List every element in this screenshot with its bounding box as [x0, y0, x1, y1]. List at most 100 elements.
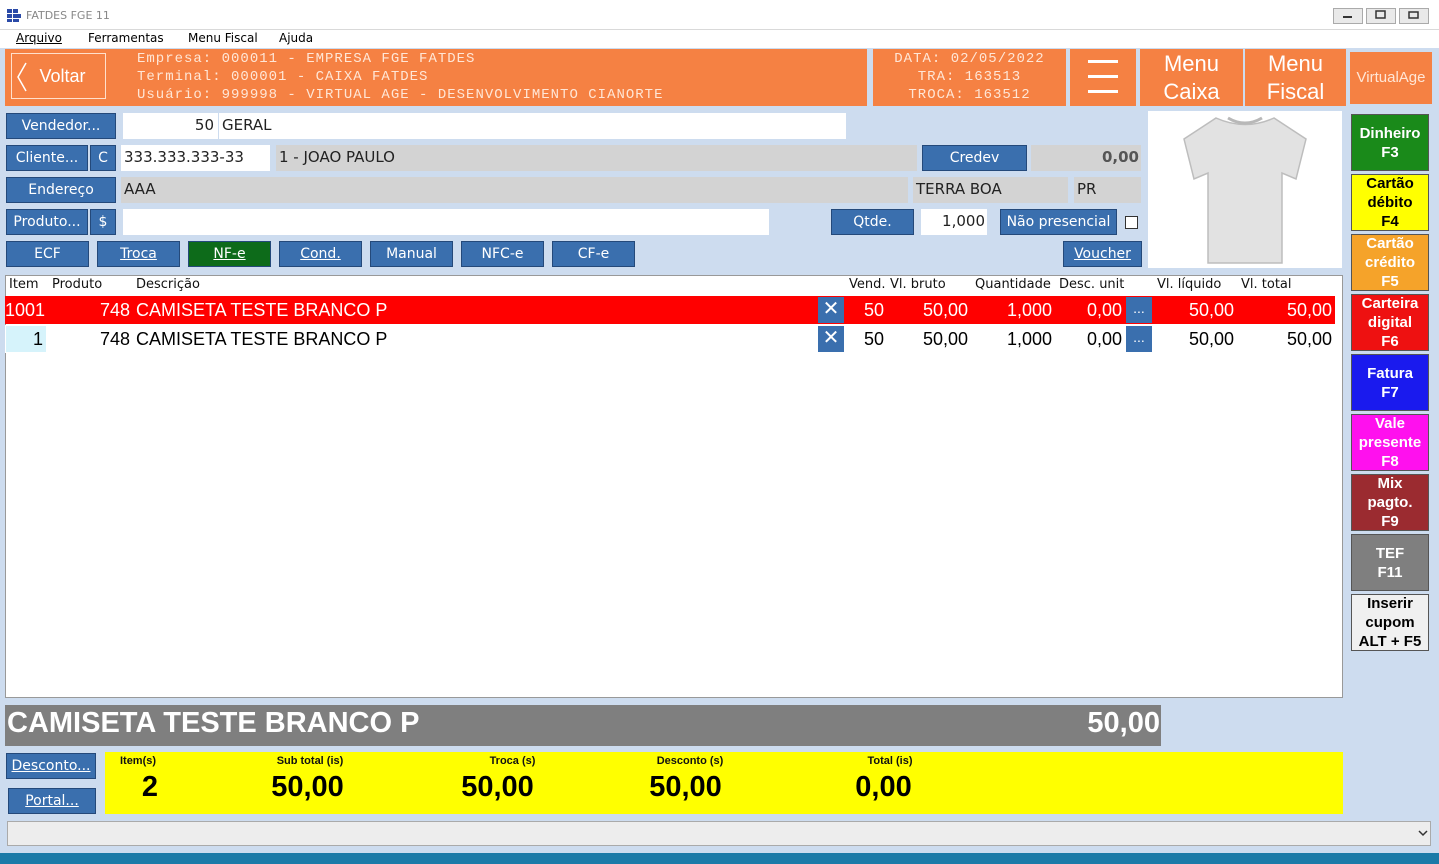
desconto-label: Desconto (s) [656, 755, 724, 767]
endereco-button[interactable]: Endereço [6, 177, 116, 203]
desconto-button[interactable]: Desconto... [6, 753, 96, 779]
usuario-text: Usuário: 999998 - VIRTUAL AGE - DESENVOL… [137, 87, 664, 103]
back-label: Voltar [39, 66, 86, 86]
remove-item-button[interactable]: ✕ [818, 297, 844, 323]
dinheiro-label: F3 [1381, 143, 1399, 161]
cartao-credito-label: Cartão [1366, 235, 1414, 252]
row-produto: 748 [99, 329, 130, 349]
menu-caixa-button[interactable]: Menu Caixa [1140, 49, 1243, 106]
row-descricao: CAMISETA TESTE BRANCO P [136, 300, 388, 320]
credev-button[interactable]: Credev [922, 145, 1027, 171]
hamburger-button[interactable] [1070, 49, 1136, 106]
cfe-button[interactable]: CF-e [552, 241, 635, 267]
nao-presencial-checkbox[interactable] [1125, 216, 1138, 229]
menu-arquivo[interactable]: Arquivo [16, 31, 62, 45]
total-label: Total (is) [867, 755, 913, 767]
mix-pagto-label: F9 [1381, 513, 1399, 530]
remove-item-button[interactable]: ✕ [818, 326, 844, 352]
hamburger-icon [1088, 60, 1118, 93]
minimize-button[interactable] [1333, 8, 1363, 24]
fatura-button[interactable]: Fatura F7 [1351, 354, 1429, 411]
terminal-text: Terminal: 000001 - CAIXA FATDES [137, 69, 429, 85]
inserir-cupom-button[interactable]: Inserir cupom ALT + F5 [1351, 594, 1429, 651]
menu-ajuda[interactable]: Ajuda [279, 31, 313, 45]
vendedor-name-field[interactable]: GERAL [219, 113, 846, 139]
subtotal-label: Sub total (is) [276, 755, 344, 767]
voucher-button[interactable]: Voucher [1063, 241, 1142, 267]
taskbar-strip [0, 853, 1439, 864]
nfce-button[interactable]: NFC-e [461, 241, 544, 267]
produto-price-button[interactable]: $ [90, 209, 116, 235]
menu-fiscal[interactable]: Menu Fiscal [188, 31, 258, 45]
endereco-field: AAA [121, 177, 908, 203]
row-desc: 0,00 [1086, 329, 1122, 349]
product-image [1148, 111, 1342, 268]
produto-button[interactable]: Produto... [6, 209, 88, 235]
cartao-debito-button[interactable]: Cartão débito F4 [1351, 174, 1429, 231]
troca-button[interactable]: Troca [97, 241, 180, 267]
tra-text: TRA: 163513 [917, 69, 1022, 85]
vale-presente-label: Vale [1374, 415, 1406, 432]
qtde-button[interactable]: Qtde. [831, 209, 914, 235]
menu-fiscal-line2: Fiscal [1266, 79, 1325, 104]
cliente-c-button[interactable]: C [90, 145, 116, 171]
vale-presente-label: presente [1358, 434, 1422, 451]
current-item-description: CAMISETA TESTE BRANCO P [7, 707, 420, 739]
virtualage-button[interactable]: VirtualAge [1350, 52, 1432, 104]
col-total-header: Vl. total [1241, 277, 1292, 292]
row-produto: 748 [99, 300, 130, 320]
nfe-button[interactable]: NF-e [188, 241, 271, 267]
cartao-credito-button[interactable]: Cartão crédito F5 [1351, 234, 1429, 291]
empresa-text: Empresa: 000011 - EMPRESA FGE FATDES [137, 51, 476, 67]
tef-button[interactable]: TEF F11 [1351, 534, 1429, 591]
carteira-digital-label: F6 [1381, 333, 1399, 350]
row-total: 50,00 [1286, 300, 1332, 320]
manual-button[interactable]: Manual [370, 241, 453, 267]
row-vend: 50 [863, 329, 884, 349]
row-desc: 0,00 [1086, 300, 1122, 320]
app-window: FATDES FGE 11 Arquivo Ferramentas Menu F… [0, 0, 1439, 864]
inserir-cupom-label: cupom [1365, 614, 1415, 631]
dinheiro-button[interactable]: Dinheiro F3 [1351, 114, 1429, 171]
carteira-digital-button[interactable]: Carteira digital F6 [1351, 294, 1429, 351]
qtde-field[interactable]: 1,000 [921, 209, 987, 235]
mix-pagto-label: pagto. [1367, 494, 1413, 511]
uf-field: PR [1074, 177, 1141, 203]
produto-input[interactable] [123, 209, 769, 235]
dinheiro-label: Dinheiro [1359, 124, 1421, 142]
date-text: DATA: 02/05/2022 [894, 51, 1045, 67]
row-quantidade: 1,000 [1006, 329, 1052, 349]
ecf-button[interactable]: ECF [6, 241, 89, 267]
inserir-cupom-label: ALT + F5 [1358, 633, 1422, 650]
carteira-digital-label: Carteira [1361, 295, 1419, 312]
total-value: 0,00 [855, 771, 912, 803]
portal-button[interactable]: Portal... [8, 788, 96, 814]
cliente-document-field[interactable]: 333.333.333-33 [121, 145, 270, 171]
status-dropdown[interactable] [7, 821, 1431, 846]
col-liquido-header: Vl. líquido [1157, 277, 1222, 292]
menu-fiscal-button[interactable]: Menu Fiscal [1245, 49, 1346, 106]
close-button[interactable] [1399, 8, 1429, 24]
troca-value: 50,00 [461, 771, 534, 803]
cond-button[interactable]: Cond. [279, 241, 362, 267]
row-details-button[interactable]: ... [1126, 297, 1152, 323]
col-item-header: Item [9, 277, 39, 292]
vendedor-code-field[interactable]: 50 [123, 113, 218, 139]
cliente-button[interactable]: Cliente... [6, 145, 88, 171]
tshirt-image [1183, 116, 1307, 264]
back-button[interactable]: Voltar [11, 53, 106, 99]
tef-label: TEF [1375, 544, 1405, 562]
desconto-value: 50,00 [649, 771, 722, 803]
cartao-debito-label: débito [1367, 194, 1413, 211]
inserir-cupom-label: Inserir [1367, 595, 1413, 612]
nao-presencial-button[interactable]: Não presencial [1000, 209, 1117, 235]
vale-presente-button[interactable]: Vale presente F8 [1351, 414, 1429, 471]
mix-pagto-button[interactable]: Mix pagto. F9 [1351, 474, 1429, 531]
vendedor-button[interactable]: Vendedor... [6, 113, 116, 139]
chevron-down-icon [1418, 830, 1428, 837]
maximize-button[interactable] [1366, 8, 1396, 24]
menu-ferramentas[interactable]: Ferramentas [88, 31, 164, 45]
items-count-value: 2 [141, 771, 159, 803]
row-details-button[interactable]: ... [1126, 326, 1152, 352]
items-count-label: Item(s) [119, 755, 157, 767]
